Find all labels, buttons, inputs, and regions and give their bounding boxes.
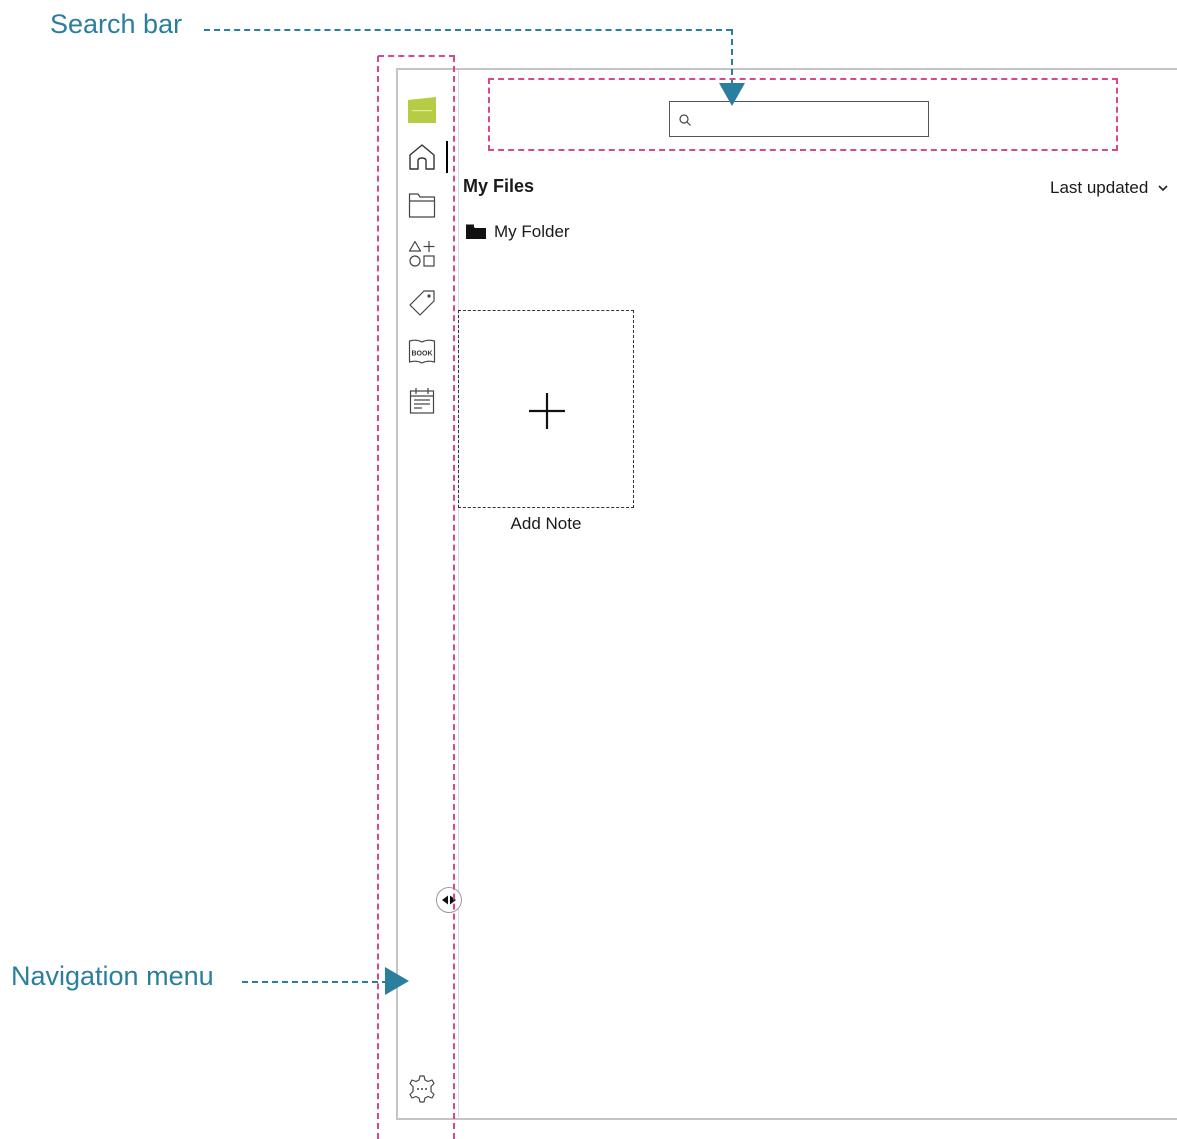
page-title: My Files	[463, 176, 535, 196]
book-icon[interactable]: BOOK	[408, 338, 436, 366]
app-logo-icon[interactable]	[408, 97, 436, 123]
active-nav-indicator	[446, 141, 448, 173]
navigation-menu-callout-label: Navigation menu	[11, 961, 214, 991]
collapse-arrows-icon	[442, 895, 456, 905]
add-note-label: Add Note	[510, 514, 582, 533]
sort-dropdown[interactable]: Last updated	[1050, 176, 1170, 200]
screen: BOOK My Files Last updated My Folder Add…	[0, 0, 1177, 1139]
plus-icon	[529, 393, 565, 429]
tag-icon[interactable]	[408, 289, 436, 317]
navigation-menu-callout-arrow	[385, 967, 409, 995]
search-bar-callout-line	[204, 29, 732, 31]
search-bar-callout-label: Search bar	[50, 9, 183, 39]
navigation-menu-region-top	[378, 55, 455, 57]
calendar-icon[interactable]	[408, 387, 436, 415]
folder-icon[interactable]	[408, 191, 436, 219]
navigation-menu-region-right	[453, 56, 455, 1139]
search-bar-callout-line-vertical	[731, 29, 733, 85]
sort-label: Last updated	[1050, 178, 1149, 197]
chevron-down-icon	[1158, 185, 1168, 192]
navigation-menu-region-left	[377, 56, 379, 1139]
add-note-card[interactable]	[458, 310, 634, 508]
navigation-menu-callout-line	[242, 981, 388, 983]
folder-item[interactable]: My Folder	[466, 220, 570, 244]
collapse-sidebar-button[interactable]	[436, 887, 462, 913]
book-icon-label: BOOK	[412, 351, 433, 358]
search-bar-region	[488, 78, 1118, 151]
sidebar-divider	[458, 70, 459, 1118]
folder-name: My Folder	[494, 222, 570, 241]
shapes-icon[interactable]	[408, 240, 436, 268]
folder-filled-icon	[466, 224, 486, 239]
home-icon[interactable]	[408, 142, 436, 172]
settings-icon[interactable]	[408, 1074, 436, 1104]
